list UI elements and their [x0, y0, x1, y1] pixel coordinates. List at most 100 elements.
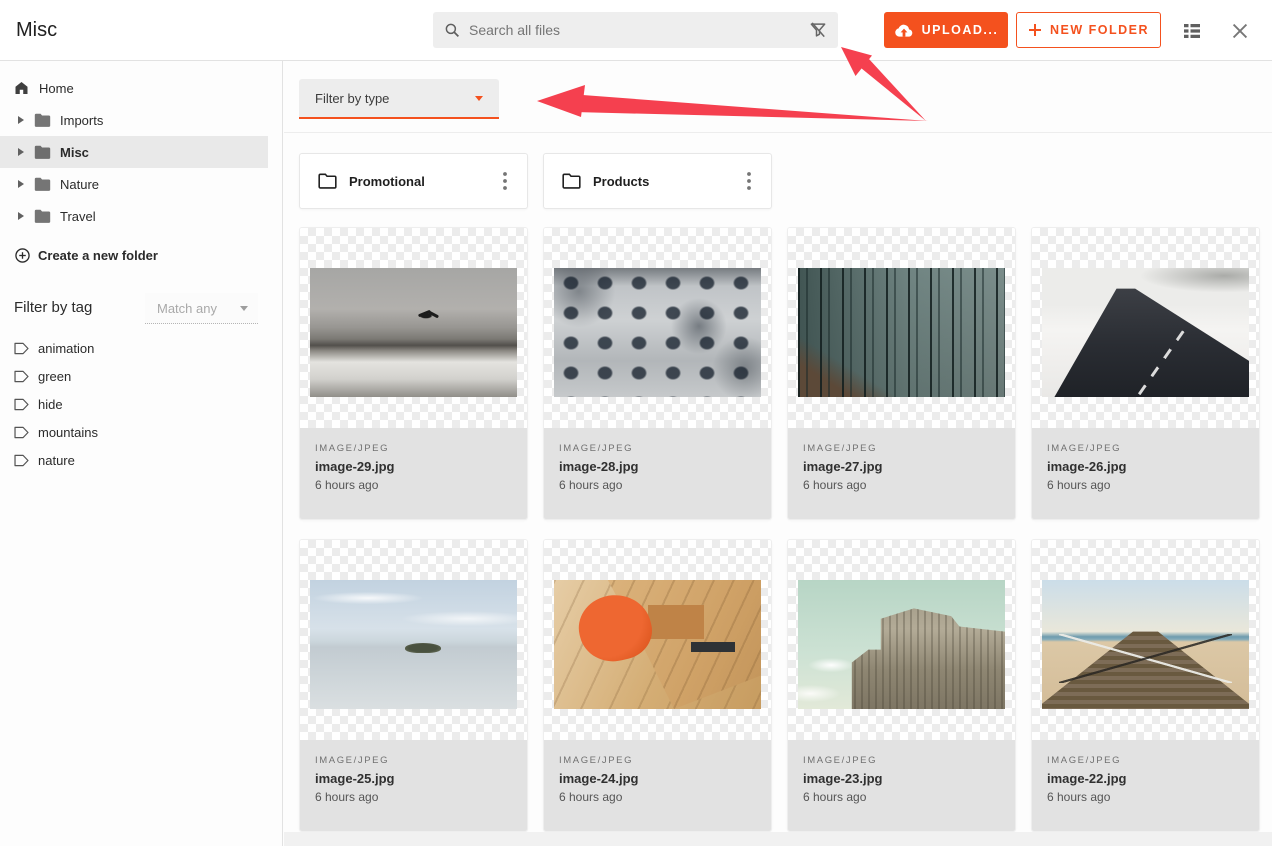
filter-by-type-select[interactable]: Filter by type — [299, 79, 499, 119]
file-type: IMAGE/JPEG — [315, 753, 527, 769]
sidebar-folder-misc[interactable]: Misc — [0, 136, 268, 168]
upload-button-label: UPLOAD... — [922, 23, 999, 37]
tag-item-nature[interactable]: nature — [0, 447, 268, 473]
tag-label: hide — [38, 397, 63, 412]
thumbnail-photo — [310, 580, 517, 709]
thumbnail-photo — [554, 580, 761, 709]
file-card-image-24[interactable]: IMAGE/JPEG image-24.jpg 6 hours ago — [543, 539, 772, 832]
search-icon — [443, 21, 461, 39]
top-bar: Misc UPLOAD... NEW FOLDER — [0, 0, 1272, 61]
file-thumbnail — [300, 228, 527, 428]
file-name: image-27.jpg — [803, 457, 1015, 476]
thumbnail-photo — [310, 268, 517, 397]
folder-card-name: Products — [593, 174, 725, 189]
file-card-image-25[interactable]: IMAGE/JPEG image-25.jpg 6 hours ago — [299, 539, 528, 832]
file-time: 6 hours ago — [1047, 476, 1259, 494]
file-time: 6 hours ago — [559, 476, 771, 494]
file-card-image-22[interactable]: IMAGE/JPEG image-22.jpg 6 hours ago — [1031, 539, 1260, 832]
sidebar: Home Imports Misc Nature — [0, 61, 283, 846]
file-caption: IMAGE/JPEG image-24.jpg 6 hours ago — [544, 740, 771, 832]
sidebar-item-label: Home — [39, 81, 74, 96]
folder-card-promotional[interactable]: Promotional — [299, 153, 528, 209]
tag-label: green — [38, 369, 71, 384]
new-folder-button[interactable]: NEW FOLDER — [1016, 12, 1161, 48]
file-thumbnail — [788, 228, 1015, 428]
folder-icon — [34, 209, 51, 223]
tag-item-hide[interactable]: hide — [0, 391, 268, 417]
file-caption: IMAGE/JPEG image-29.jpg 6 hours ago — [300, 428, 527, 520]
file-caption: IMAGE/JPEG image-27.jpg 6 hours ago — [788, 428, 1015, 520]
tag-item-green[interactable]: green — [0, 363, 268, 389]
file-card-image-29[interactable]: IMAGE/JPEG image-29.jpg 6 hours ago — [299, 227, 528, 520]
tag-icon — [14, 426, 29, 439]
expand-caret-icon[interactable] — [18, 148, 24, 156]
folder-menu-button[interactable] — [493, 167, 517, 195]
close-button[interactable] — [1226, 17, 1254, 45]
sidebar-folder-nature[interactable]: Nature — [0, 168, 268, 200]
filter-by-type-label: Filter by type — [315, 91, 389, 106]
kebab-icon — [747, 172, 751, 190]
folder-icon — [34, 177, 51, 191]
file-name: image-28.jpg — [559, 457, 771, 476]
chevron-down-icon — [240, 306, 248, 311]
file-name: image-24.jpg — [559, 769, 771, 788]
sidebar-folder-imports[interactable]: Imports — [0, 104, 268, 136]
sidebar-folder-label: Imports — [60, 113, 103, 128]
sidebar-folder-travel[interactable]: Travel — [0, 200, 268, 232]
file-name: image-29.jpg — [315, 457, 527, 476]
sidebar-folder-label: Nature — [60, 177, 99, 192]
match-mode-select[interactable]: Match any — [145, 293, 258, 324]
file-time: 6 hours ago — [803, 476, 1015, 494]
folder-menu-button[interactable] — [737, 167, 761, 195]
file-name: image-25.jpg — [315, 769, 527, 788]
file-card-image-27[interactable]: IMAGE/JPEG image-27.jpg 6 hours ago — [787, 227, 1016, 520]
file-card-image-28[interactable]: IMAGE/JPEG image-28.jpg 6 hours ago — [543, 227, 772, 520]
expand-caret-icon[interactable] — [18, 180, 24, 188]
filter-strip: Filter by type — [284, 61, 1272, 133]
home-icon — [13, 80, 30, 96]
folder-icon — [34, 145, 51, 159]
file-caption: IMAGE/JPEG image-26.jpg 6 hours ago — [1032, 428, 1259, 520]
scroll-edge — [284, 832, 1272, 846]
create-new-folder-button[interactable]: Create a new folder — [0, 239, 268, 271]
expand-caret-icon[interactable] — [18, 116, 24, 124]
tag-item-animation[interactable]: animation — [0, 335, 268, 361]
file-caption: IMAGE/JPEG image-23.jpg 6 hours ago — [788, 740, 1015, 832]
file-name: image-22.jpg — [1047, 769, 1259, 788]
tag-icon — [14, 342, 29, 355]
tag-item-mountains[interactable]: mountains — [0, 419, 268, 445]
page-title: Misc — [16, 0, 57, 60]
file-thumbnail — [788, 540, 1015, 740]
media-library-window: Misc UPLOAD... NEW FOLDER — [0, 0, 1272, 846]
thumbnail-photo — [554, 268, 761, 397]
file-card-image-23[interactable]: IMAGE/JPEG image-23.jpg 6 hours ago — [787, 539, 1016, 832]
tag-label: animation — [38, 341, 94, 356]
match-mode-value: Match any — [157, 301, 217, 316]
file-time: 6 hours ago — [559, 788, 771, 806]
chevron-down-icon — [475, 96, 483, 101]
file-type: IMAGE/JPEG — [803, 441, 1015, 457]
file-caption: IMAGE/JPEG image-22.jpg 6 hours ago — [1032, 740, 1259, 832]
upload-button[interactable]: UPLOAD... — [884, 12, 1008, 48]
search-bar[interactable] — [433, 12, 838, 48]
close-icon — [1229, 20, 1251, 42]
expand-caret-icon[interactable] — [18, 212, 24, 220]
file-type: IMAGE/JPEG — [559, 441, 771, 457]
sidebar-item-home[interactable]: Home — [0, 72, 268, 104]
sidebar-folder-label: Travel — [60, 209, 96, 224]
file-type: IMAGE/JPEG — [559, 753, 771, 769]
create-new-folder-label: Create a new folder — [38, 248, 158, 263]
filter-disabled-icon[interactable] — [808, 20, 828, 40]
list-view-button[interactable] — [1178, 17, 1206, 45]
file-thumbnail — [300, 540, 527, 740]
main-content: Filter by type Promotional Products — [284, 61, 1272, 846]
kebab-icon — [503, 172, 507, 190]
tag-label: nature — [38, 453, 75, 468]
sidebar-folder-label: Misc — [60, 145, 89, 160]
folder-outline-icon — [318, 173, 337, 189]
search-input[interactable] — [469, 22, 808, 38]
folder-card-products[interactable]: Products — [543, 153, 772, 209]
file-card-image-26[interactable]: IMAGE/JPEG image-26.jpg 6 hours ago — [1031, 227, 1260, 520]
file-type: IMAGE/JPEG — [315, 441, 527, 457]
plus-icon — [1028, 23, 1042, 37]
